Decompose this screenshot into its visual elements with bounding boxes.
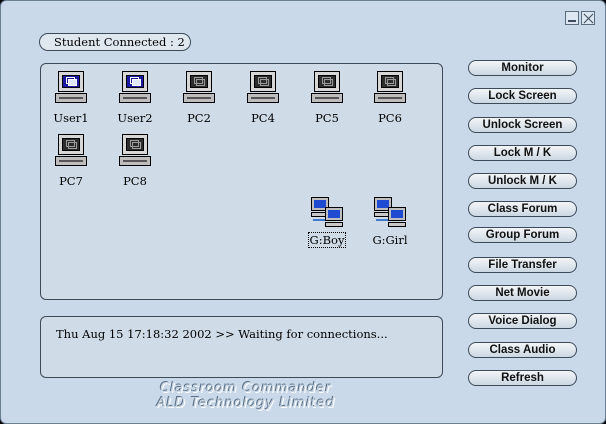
net-movie-button[interactable]: Net Movie bbox=[468, 285, 577, 301]
computer-on-icon bbox=[118, 71, 152, 107]
window-controls bbox=[565, 11, 595, 25]
computer-pc8[interactable]: PC8 bbox=[108, 134, 162, 189]
student-connected-status: Student Connected : 2 bbox=[39, 33, 191, 51]
message-log-panel: Thu Aug 15 17:18:32 2002 >> Waiting for … bbox=[40, 316, 443, 378]
computers-panel: User1 User2 PC2 PC4 PC5 PC6 PC7 PC8 G:Bo… bbox=[40, 63, 443, 300]
computer-label: PC7 bbox=[59, 174, 83, 188]
lock-mk-button[interactable]: Lock M / K bbox=[468, 145, 577, 161]
computer-on-icon bbox=[54, 71, 88, 107]
company-name: ALD Technology Limited bbox=[156, 396, 336, 411]
computer-pc2[interactable]: PC2 bbox=[172, 71, 226, 126]
group-boy[interactable]: G:Boy bbox=[300, 197, 354, 248]
unlock-mk-button[interactable]: Unlock M / K bbox=[468, 173, 577, 189]
computer-label: PC8 bbox=[123, 174, 147, 188]
group-label: G:Boy bbox=[307, 232, 347, 248]
computer-off-icon bbox=[182, 71, 216, 107]
group-forum-button[interactable]: Group Forum bbox=[468, 227, 577, 243]
computer-label: PC5 bbox=[315, 111, 339, 125]
computer-label: User1 bbox=[53, 111, 89, 125]
group-computers-icon bbox=[309, 197, 345, 229]
main-window: Student Connected : 2 User1 User2 PC2 PC… bbox=[0, 0, 606, 424]
computer-label: PC2 bbox=[187, 111, 211, 125]
computer-user2[interactable]: User2 bbox=[108, 71, 162, 126]
computer-label: PC6 bbox=[378, 111, 402, 125]
computer-pc5[interactable]: PC5 bbox=[300, 71, 354, 126]
computer-off-icon bbox=[373, 71, 407, 107]
computer-pc6[interactable]: PC6 bbox=[363, 71, 417, 126]
minimize-icon[interactable] bbox=[565, 11, 579, 25]
group-computers-icon bbox=[372, 197, 408, 229]
group-girl[interactable]: G:Girl bbox=[363, 197, 417, 248]
computer-label: User2 bbox=[117, 111, 153, 125]
computer-off-icon bbox=[310, 71, 344, 107]
file-transfer-button[interactable]: File Transfer bbox=[468, 257, 577, 273]
close-icon[interactable] bbox=[581, 11, 595, 25]
lock-screen-button[interactable]: Lock Screen bbox=[468, 88, 577, 104]
log-message: Thu Aug 15 17:18:32 2002 >> Waiting for … bbox=[56, 327, 388, 341]
unlock-screen-button[interactable]: Unlock Screen bbox=[468, 117, 577, 133]
computer-user1[interactable]: User1 bbox=[44, 71, 98, 126]
class-audio-button[interactable]: Class Audio bbox=[468, 342, 577, 358]
voice-dialog-button[interactable]: Voice Dialog bbox=[468, 313, 577, 329]
computer-off-icon bbox=[54, 134, 88, 170]
monitor-button[interactable]: Monitor bbox=[468, 60, 577, 76]
computer-pc7[interactable]: PC7 bbox=[44, 134, 98, 189]
computer-pc4[interactable]: PC4 bbox=[236, 71, 290, 126]
product-name: Classroom Commander bbox=[160, 381, 332, 396]
computer-label: PC4 bbox=[251, 111, 275, 125]
computer-off-icon bbox=[118, 134, 152, 170]
class-forum-button[interactable]: Class Forum bbox=[468, 201, 577, 217]
computer-off-icon bbox=[246, 71, 280, 107]
group-label: G:Girl bbox=[372, 233, 408, 247]
